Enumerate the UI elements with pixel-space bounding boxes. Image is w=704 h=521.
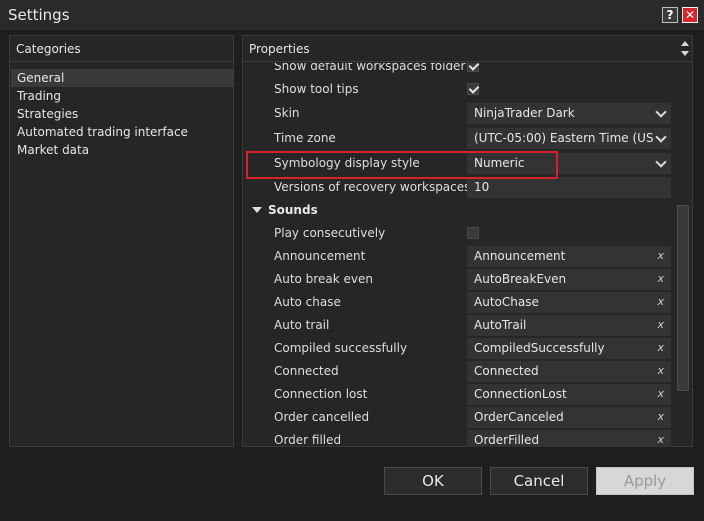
property-label: Time zone	[274, 131, 336, 145]
clear-icon[interactable]: x	[657, 387, 664, 400]
auto-break-even-sound-field[interactable]: AutoBreakEven x	[467, 269, 671, 290]
clear-icon[interactable]: x	[657, 433, 664, 446]
categories-header: Categories	[10, 36, 233, 62]
apply-button[interactable]: Apply	[596, 467, 694, 495]
collapse-triangle-icon	[252, 207, 262, 213]
property-label: Order cancelled	[274, 410, 370, 424]
ok-button[interactable]: OK	[384, 467, 482, 495]
category-automated-trading-interface[interactable]: Automated trading interface	[11, 123, 233, 141]
clear-icon[interactable]: x	[657, 410, 664, 423]
sound-row: Announcement Announcement x	[244, 245, 677, 268]
sounds-section-header[interactable]: Sounds	[244, 199, 677, 222]
order-filled-sound-field[interactable]: OrderFilled x	[467, 430, 671, 447]
sound-value: AutoBreakEven	[474, 272, 567, 286]
highlight-annotation	[246, 151, 558, 179]
section-label: Sounds	[268, 203, 318, 217]
window-title: Settings	[8, 6, 70, 24]
property-row: Time zone (UTC-05:00) Eastern Time (US &…	[244, 127, 677, 150]
sound-row: Auto chase AutoChase x	[244, 291, 677, 314]
property-row: Versions of recovery workspaces 10	[244, 176, 677, 199]
auto-chase-sound-field[interactable]: AutoChase x	[467, 292, 671, 313]
arrow-up-icon	[681, 41, 689, 46]
property-row: Play consecutively	[244, 222, 677, 245]
chevron-down-icon	[655, 156, 667, 168]
skin-dropdown[interactable]: NinjaTrader Dark	[467, 103, 671, 124]
category-trading[interactable]: Trading	[11, 87, 233, 105]
sound-value: ConnectionLost	[474, 387, 567, 401]
property-label: Connection lost	[274, 387, 368, 401]
show-default-workspaces-checkbox[interactable]	[467, 63, 479, 72]
property-label: Versions of recovery workspaces	[274, 180, 471, 194]
compiled-successfully-sound-field[interactable]: CompiledSuccessfully x	[467, 338, 671, 359]
sound-row: Order filled OrderFilled x	[244, 429, 677, 447]
property-label: Auto trail	[274, 318, 330, 332]
close-button[interactable]: ✕	[682, 7, 698, 23]
properties-panel: Properties Show default workspaces folde…	[242, 35, 693, 447]
property-label: Announcement	[274, 249, 366, 263]
clear-icon[interactable]: x	[657, 272, 664, 285]
clear-icon[interactable]: x	[657, 318, 664, 331]
property-row: Show default workspaces folder	[244, 63, 677, 78]
connected-sound-field[interactable]: Connected x	[467, 361, 671, 382]
sound-row: Connection lost ConnectionLost x	[244, 383, 677, 406]
property-label: Show tool tips	[274, 82, 359, 96]
cancel-button[interactable]: Cancel	[490, 467, 588, 495]
properties-scrollbar[interactable]	[677, 205, 689, 391]
skin-value: NinjaTrader Dark	[474, 106, 575, 120]
clear-icon[interactable]: x	[657, 364, 664, 377]
property-label: Play consecutively	[274, 226, 386, 240]
clear-icon[interactable]: x	[657, 249, 664, 262]
sound-value: AutoChase	[474, 295, 539, 309]
category-general[interactable]: General	[11, 69, 233, 87]
sound-value: Announcement	[474, 249, 566, 263]
property-label: Compiled successfully	[274, 341, 408, 355]
property-label: Order filled	[274, 433, 342, 447]
help-button[interactable]: ?	[662, 7, 678, 23]
chevron-down-icon	[655, 106, 667, 118]
arrow-down-icon	[681, 51, 689, 56]
category-strategies[interactable]: Strategies	[11, 105, 233, 123]
clear-icon[interactable]: x	[657, 341, 664, 354]
sound-row: Auto break even AutoBreakEven x	[244, 268, 677, 291]
property-label: Skin	[274, 106, 300, 120]
time-zone-value: (UTC-05:00) Eastern Time (US &...	[474, 131, 654, 145]
recovery-versions-input[interactable]: 10	[467, 177, 671, 198]
sound-row: Order cancelled OrderCanceled x	[244, 406, 677, 429]
clear-icon[interactable]: x	[657, 295, 664, 308]
property-label: Show default workspaces folder	[274, 63, 466, 73]
property-label: Auto break even	[274, 272, 373, 286]
sound-value: OrderFilled	[474, 433, 540, 447]
order-cancelled-sound-field[interactable]: OrderCanceled x	[467, 407, 671, 428]
property-row: Show tool tips	[244, 78, 677, 101]
sound-value: OrderCanceled	[474, 410, 564, 424]
properties-grid: Show default workspaces folder Show tool…	[244, 63, 677, 447]
sound-value: Connected	[474, 364, 539, 378]
property-row: Skin NinjaTrader Dark	[244, 102, 677, 125]
time-zone-dropdown[interactable]: (UTC-05:00) Eastern Time (US &...	[467, 128, 671, 149]
chevron-down-icon	[655, 131, 667, 143]
property-label: Auto chase	[274, 295, 341, 309]
properties-header: Properties	[243, 36, 692, 62]
title-bar: Settings ? ✕	[0, 0, 704, 30]
sound-row: Compiled successfully CompiledSuccessful…	[244, 337, 677, 360]
auto-trail-sound-field[interactable]: AutoTrail x	[467, 315, 671, 336]
sound-row: Auto trail AutoTrail x	[244, 314, 677, 337]
play-consecutively-checkbox[interactable]	[467, 227, 479, 239]
category-market-data[interactable]: Market data	[11, 141, 233, 159]
property-label: Connected	[274, 364, 339, 378]
sound-value: AutoTrail	[474, 318, 527, 332]
properties-sort-arrows[interactable]	[680, 41, 690, 59]
connection-lost-sound-field[interactable]: ConnectionLost x	[467, 384, 671, 405]
sound-row: Connected Connected x	[244, 360, 677, 383]
categories-panel: Categories General Trading Strategies Au…	[9, 35, 234, 447]
announcement-sound-field[interactable]: Announcement x	[467, 246, 671, 267]
sound-value: CompiledSuccessfully	[474, 341, 605, 355]
show-tool-tips-checkbox[interactable]	[467, 83, 479, 95]
